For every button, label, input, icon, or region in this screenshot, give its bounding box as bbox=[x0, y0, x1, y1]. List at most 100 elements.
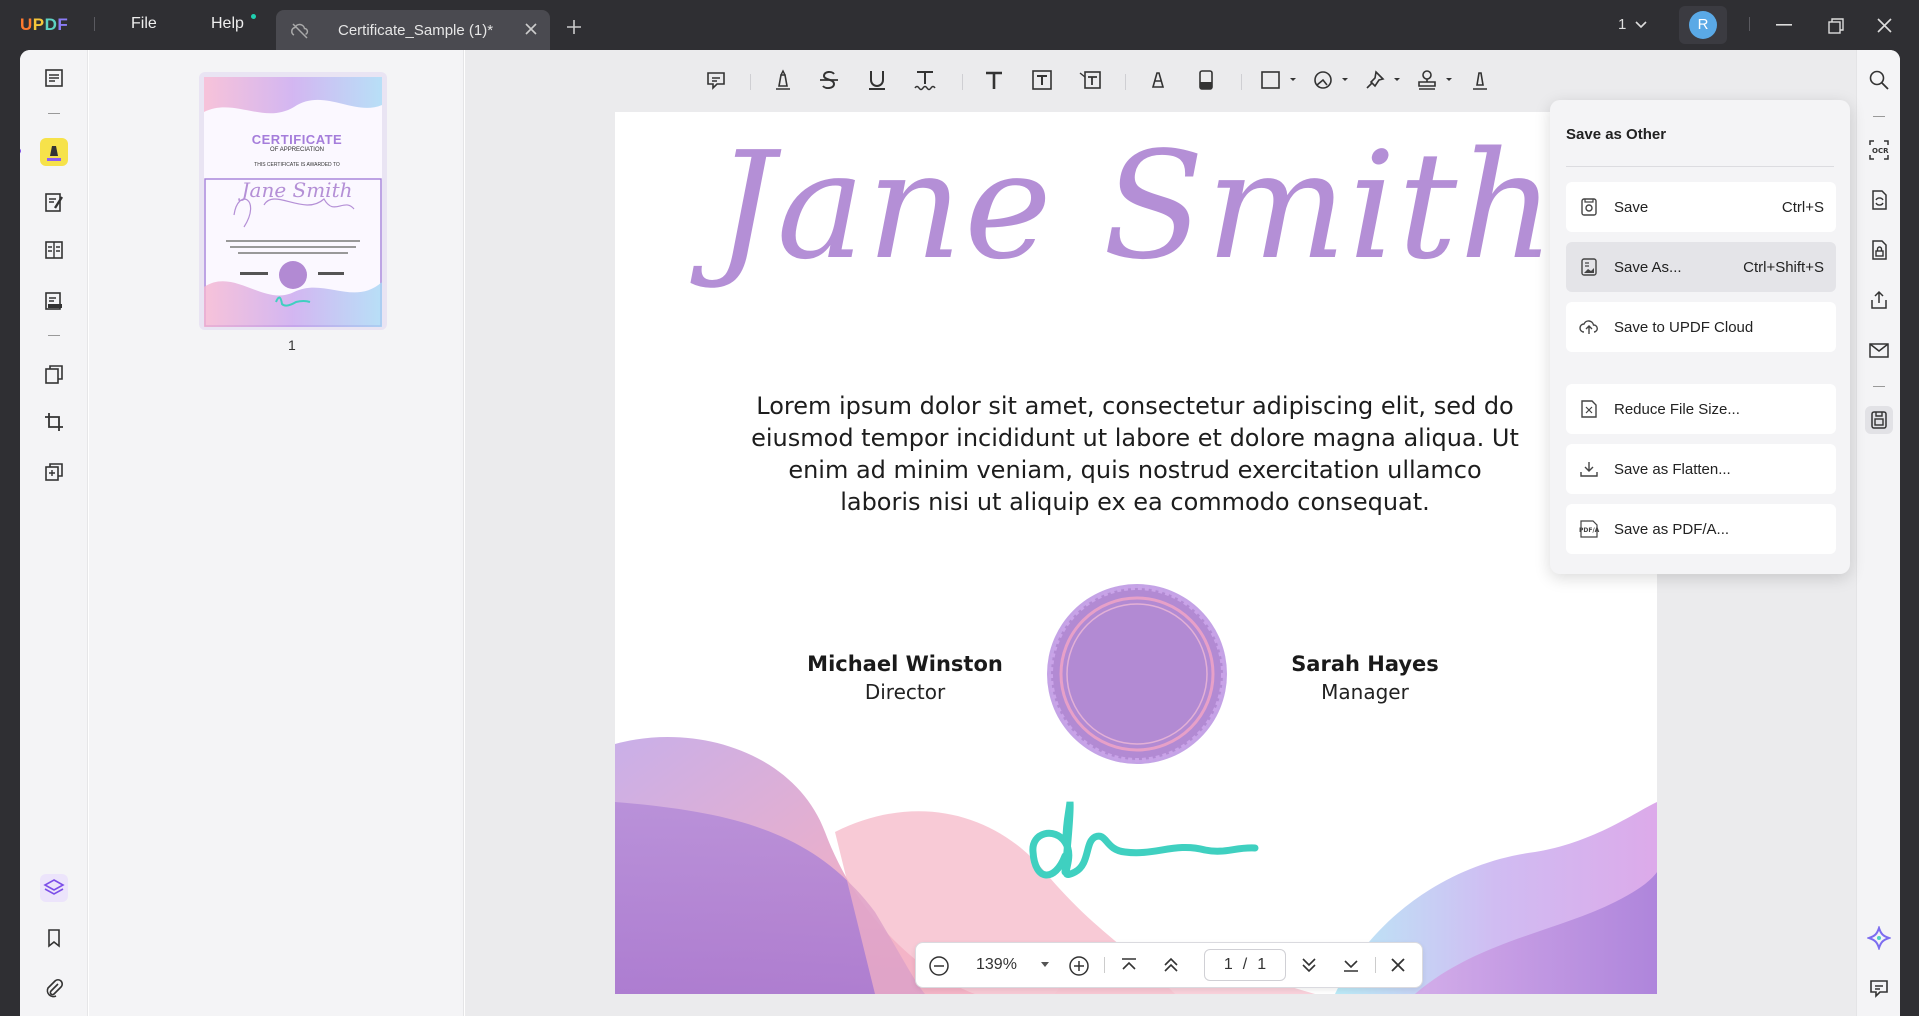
search-icon[interactable] bbox=[1865, 66, 1893, 94]
save-button[interactable]: Save Ctrl+S bbox=[1566, 182, 1836, 232]
text-callout-icon[interactable] bbox=[1076, 66, 1104, 94]
title-divider bbox=[1749, 17, 1750, 31]
svg-text:OCR: OCR bbox=[1872, 147, 1889, 155]
menu-file[interactable]: File bbox=[131, 15, 157, 33]
save-to-cloud-label: Save to UPDF Cloud bbox=[1614, 318, 1754, 336]
signer-right-name: Sarah Hayes bbox=[1291, 652, 1439, 676]
comments-list-icon[interactable] bbox=[1865, 974, 1893, 1002]
help-notification-dot bbox=[251, 14, 256, 19]
ai-assistant-icon[interactable] bbox=[1865, 924, 1893, 952]
signer-right: Sarah Hayes Manager bbox=[1255, 652, 1475, 704]
toolbar-divider bbox=[1241, 74, 1242, 90]
rail-divider bbox=[48, 335, 60, 336]
eraser-icon[interactable] bbox=[1192, 66, 1220, 94]
minimize-icon[interactable] bbox=[1776, 24, 1792, 26]
text-box-icon[interactable] bbox=[1028, 66, 1056, 94]
menu-help[interactable]: Help bbox=[211, 15, 244, 33]
thumbnail-page-number: 1 bbox=[288, 337, 296, 353]
avatar[interactable]: R bbox=[1689, 11, 1717, 39]
save-as-shortcut: Ctrl+Shift+S bbox=[1743, 258, 1824, 276]
toolbar-divider bbox=[750, 74, 751, 90]
reduce-file-size-label: Reduce File Size... bbox=[1614, 400, 1740, 418]
document-tab[interactable]: Certificate_Sample (1)* bbox=[276, 10, 550, 50]
first-page-icon[interactable] bbox=[1119, 955, 1139, 975]
thumb-cert-title: CERTIFICATE bbox=[251, 132, 343, 147]
reduce-file-size-button[interactable]: Reduce File Size... bbox=[1566, 384, 1836, 434]
sticky-note-icon[interactable] bbox=[702, 66, 730, 94]
flatten-icon bbox=[1578, 460, 1600, 478]
cloud-upload-icon bbox=[1578, 318, 1600, 336]
left-toolbar bbox=[20, 50, 88, 1016]
fill-sign-icon[interactable] bbox=[40, 286, 68, 314]
seal bbox=[1047, 584, 1227, 764]
organize-pages-icon[interactable] bbox=[40, 360, 68, 388]
edit-pdf-icon[interactable] bbox=[40, 188, 68, 216]
bookmark-icon[interactable] bbox=[40, 924, 68, 952]
save-shortcut: Ctrl+S bbox=[1781, 198, 1824, 216]
zoom-level[interactable]: 139% bbox=[976, 956, 1017, 974]
prepare-form-icon[interactable] bbox=[40, 236, 68, 264]
comment-mode-icon[interactable] bbox=[40, 138, 68, 166]
stamp-icon[interactable] bbox=[1414, 66, 1458, 94]
page-selector-value: 1 bbox=[1618, 16, 1627, 33]
zoom-out-icon[interactable] bbox=[928, 955, 950, 977]
save-as-pdfa-button[interactable]: PDF/A Save as PDF/A... bbox=[1566, 504, 1836, 554]
close-tab-icon[interactable] bbox=[524, 22, 538, 36]
thumb-cert-subtitle: OF APPRECIATION bbox=[270, 147, 324, 153]
reader-mode-icon[interactable] bbox=[40, 64, 68, 92]
save-as-icon bbox=[1578, 258, 1600, 276]
attachment-icon[interactable] bbox=[40, 974, 68, 1002]
next-page-icon[interactable] bbox=[1299, 955, 1319, 975]
current-page: 1 bbox=[1223, 956, 1233, 973]
zoom-in-icon[interactable] bbox=[1068, 955, 1090, 977]
page-number-input[interactable]: 1 / 1 bbox=[1204, 949, 1286, 981]
toolbar-divider bbox=[962, 74, 963, 90]
chevron-down-icon bbox=[1635, 20, 1647, 28]
signer-left-name: Michael Winston bbox=[807, 652, 1003, 676]
highlight-icon[interactable] bbox=[769, 66, 797, 94]
page-tools-icon[interactable] bbox=[40, 458, 68, 486]
rail-divider bbox=[48, 113, 60, 114]
page-separator: / bbox=[1242, 956, 1248, 973]
signer-right-role: Manager bbox=[1321, 680, 1409, 704]
pdf-page[interactable]: Jane Smith Lorem ipsum dolor sit amet, c… bbox=[615, 112, 1657, 994]
signer-left-role: Director bbox=[864, 680, 946, 704]
layers-icon[interactable] bbox=[40, 874, 68, 902]
zoom-dropdown-icon[interactable] bbox=[1040, 961, 1050, 969]
previous-page-icon[interactable] bbox=[1161, 955, 1181, 975]
protect-icon[interactable] bbox=[1865, 236, 1893, 264]
tab-title: Certificate_Sample (1)* bbox=[338, 22, 494, 39]
save-as-other-panel: Save as Other Save Ctrl+S Save As... Ctr… bbox=[1550, 100, 1850, 574]
new-tab-icon[interactable] bbox=[566, 19, 582, 35]
last-page-icon[interactable] bbox=[1341, 955, 1361, 975]
save-as-flatten-button[interactable]: Save as Flatten... bbox=[1566, 444, 1836, 494]
save-as-other-icon[interactable] bbox=[1865, 406, 1893, 434]
right-toolbar: OCR bbox=[1856, 50, 1900, 1016]
close-window-icon[interactable] bbox=[1877, 18, 1892, 33]
ocr-icon[interactable]: OCR bbox=[1865, 136, 1893, 164]
rail-divider bbox=[1873, 386, 1885, 387]
convert-icon[interactable] bbox=[1865, 186, 1893, 214]
shapes-icon[interactable] bbox=[1258, 66, 1302, 94]
strikethrough-icon[interactable] bbox=[815, 66, 843, 94]
unsaved-cloud-icon bbox=[290, 22, 310, 40]
email-icon[interactable] bbox=[1865, 336, 1893, 364]
close-zoombar-icon[interactable] bbox=[1388, 955, 1408, 975]
signature-icon[interactable] bbox=[1466, 66, 1494, 94]
updf-logo: UPDF bbox=[20, 15, 69, 34]
pin-icon[interactable] bbox=[1362, 66, 1406, 94]
crop-pages-icon[interactable] bbox=[40, 408, 68, 436]
save-as-flatten-label: Save as Flatten... bbox=[1614, 460, 1731, 478]
squiggly-icon[interactable] bbox=[911, 66, 939, 94]
restore-icon[interactable] bbox=[1828, 18, 1844, 34]
zoom-divider bbox=[1104, 957, 1105, 973]
title-divider bbox=[94, 17, 95, 31]
text-icon[interactable] bbox=[980, 66, 1008, 94]
save-to-cloud-button[interactable]: Save to UPDF Cloud bbox=[1566, 302, 1836, 352]
lasso-icon[interactable] bbox=[1310, 66, 1354, 94]
pencil-icon[interactable] bbox=[1144, 66, 1172, 94]
save-as-button[interactable]: Save As... Ctrl+Shift+S bbox=[1566, 242, 1836, 292]
page-selector[interactable]: 1 bbox=[1618, 16, 1648, 33]
share-icon[interactable] bbox=[1865, 286, 1893, 314]
underline-icon[interactable] bbox=[863, 66, 891, 94]
